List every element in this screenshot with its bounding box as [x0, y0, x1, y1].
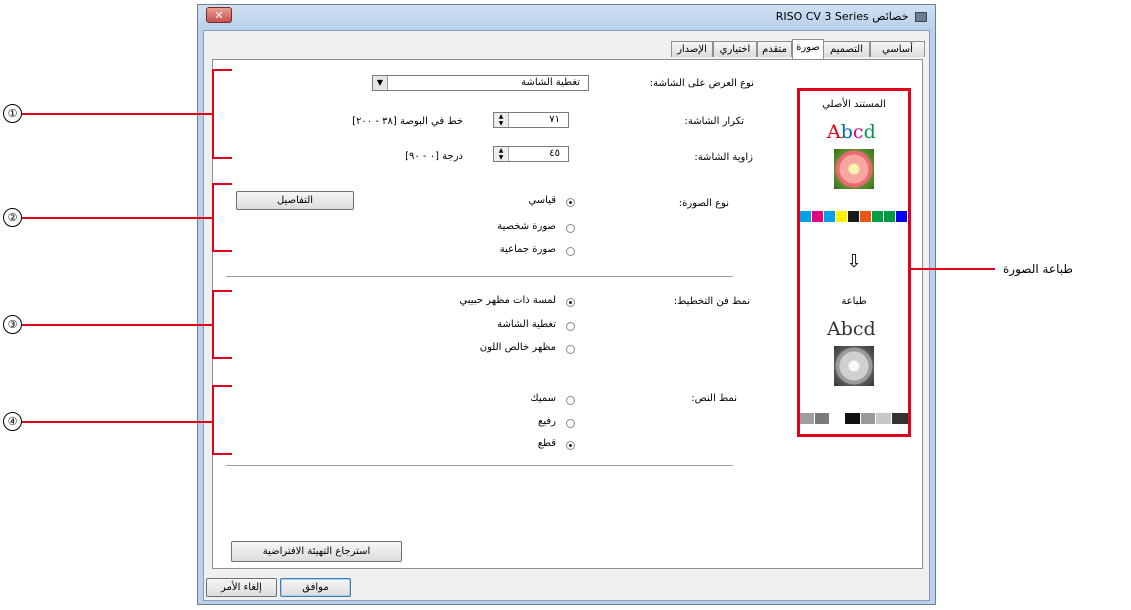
frequency-label: تكرار الشاشة:	[684, 116, 744, 127]
tab-image[interactable]: صورة	[792, 39, 824, 59]
frequency-stepper[interactable]: ▲ ▼ ٧١	[493, 112, 569, 128]
gray-swatch	[845, 413, 860, 424]
angle-label: زاوية الشاشة:	[694, 152, 753, 163]
display-type-value: تغطية الشاشة	[521, 77, 580, 88]
annotation-bracket-3	[212, 290, 232, 359]
angle-value: ٤٥	[549, 148, 560, 159]
original-sample-text: Abcd	[827, 121, 876, 143]
annotation-line-2	[20, 217, 213, 219]
sample-letter-a: A	[827, 121, 841, 143]
tab-advanced[interactable]: متقدم	[757, 41, 792, 57]
ok-button[interactable]: موافق	[280, 578, 351, 597]
tab-basic[interactable]: أساسي	[870, 41, 925, 57]
display-type-select[interactable]: ▼ تغطية الشاشة	[372, 75, 589, 91]
title-bar: ✕ خصائص RISO CV 3 Series	[198, 5, 935, 29]
frequency-value: ٧١	[549, 114, 560, 125]
color-swatch	[848, 211, 859, 222]
angle-stepper[interactable]: ▲ ▼ ٤٥	[493, 146, 569, 162]
image-type-portrait-label: صورة شخصية	[497, 221, 556, 232]
text-pattern-bold-radio[interactable]	[566, 396, 575, 405]
window-title-text: خصائص RISO CV 3 Series	[775, 10, 909, 23]
color-swatch	[824, 211, 835, 222]
color-flower-photo	[834, 149, 874, 189]
gray-swatch	[800, 413, 814, 424]
spin-arrows-icon[interactable]: ▲ ▼	[494, 147, 509, 161]
line-pattern-screen-radio[interactable]	[566, 322, 575, 331]
line-pattern-screen-label: تغطية الشاشة	[497, 319, 556, 330]
divider	[226, 465, 733, 466]
text-pattern-label: نمط النص:	[691, 393, 737, 404]
text-pattern-cut-radio[interactable]	[566, 441, 575, 450]
annotation-bracket-2	[212, 183, 232, 252]
image-type-portrait-radio[interactable]	[566, 224, 575, 233]
text-pattern-cut-label: قطع	[537, 438, 556, 449]
color-swatch	[860, 211, 871, 222]
annotation-marker-1: ①	[3, 104, 22, 123]
image-type-label: نوع الصورة:	[678, 198, 729, 209]
color-swatch	[872, 211, 883, 222]
image-type-standard-label: قياسي	[528, 195, 556, 206]
display-type-label: نوع العرض على الشاشة:	[649, 78, 754, 89]
gray-swatch	[830, 413, 844, 424]
window-title: خصائص RISO CV 3 Series	[776, 10, 927, 23]
tab-layout[interactable]: التصميم	[823, 41, 870, 57]
gray-swatch	[815, 413, 829, 424]
tab-strip: أساسي التصميم صورة متقدم اختياري الإصدار	[204, 39, 927, 61]
printer-icon	[915, 12, 927, 22]
preview-callout-line	[911, 268, 995, 270]
image-type-group-radio[interactable]	[566, 247, 575, 256]
close-button[interactable]: ✕	[206, 7, 232, 23]
line-pattern-label: نمط فن التخطيط:	[673, 296, 750, 307]
annotation-bracket-4	[212, 385, 232, 455]
text-pattern-bold-label: سميك	[530, 393, 556, 404]
grayscale-flower-photo	[834, 346, 874, 386]
annotation-marker-4: ④	[3, 412, 22, 431]
text-pattern-thin-label: رفيع	[538, 416, 556, 427]
annotation-marker-3: ③	[3, 315, 22, 334]
annotation-line-3	[20, 324, 213, 326]
sample-letter-c: c	[852, 121, 864, 143]
line-pattern-solid-label: مظهر خالص اللون	[479, 342, 556, 353]
divider	[226, 276, 733, 277]
print-sample-text: Abcd	[827, 318, 876, 340]
annotation-line-4	[20, 421, 213, 423]
spin-arrows-icon[interactable]: ▲ ▼	[494, 113, 509, 127]
annotation-bracket-1	[212, 69, 232, 159]
chevron-down-icon: ▼	[373, 76, 388, 90]
image-print-preview: المستند الأصلي Abcd ⇩ طباعة Abcd	[797, 88, 911, 437]
details-button[interactable]: التفاصيل	[236, 191, 354, 210]
color-swatch	[812, 211, 823, 222]
image-type-group-label: صورة جماعية	[499, 244, 556, 255]
color-swatch-strip	[800, 211, 908, 222]
color-swatch	[884, 211, 895, 222]
frequency-unit: خط في البوصة [٣٨ - ٢٠٠]	[352, 116, 463, 127]
color-swatch	[896, 211, 907, 222]
gray-swatch	[861, 413, 875, 424]
original-document-title: المستند الأصلي	[822, 99, 886, 110]
annotation-line-1	[20, 113, 213, 115]
angle-unit: درجة [٠ - ٩٠]	[405, 151, 463, 162]
sample-letter-d: d	[863, 121, 876, 143]
gray-swatch	[892, 413, 908, 424]
text-pattern-thin-radio[interactable]	[566, 419, 575, 428]
preview-callout-label: طباعة الصورة	[1003, 262, 1073, 276]
line-pattern-grain-label: لمسة ذات مظهر حبيبي	[459, 295, 556, 306]
annotation-marker-2: ②	[3, 208, 22, 227]
tab-optional[interactable]: اختياري	[713, 41, 757, 57]
gray-swatch	[876, 413, 891, 424]
color-swatch	[836, 211, 847, 222]
image-type-standard-radio[interactable]	[566, 198, 575, 207]
color-swatch	[800, 211, 811, 222]
print-title: طباعة	[841, 296, 867, 307]
gray-swatch-strip	[800, 413, 908, 424]
down-arrow-icon: ⇩	[846, 251, 862, 272]
sample-letter-b: b	[840, 121, 853, 143]
line-pattern-solid-radio[interactable]	[566, 345, 575, 354]
line-pattern-grain-radio[interactable]	[566, 298, 575, 307]
tab-version[interactable]: الإصدار	[671, 41, 713, 57]
cancel-button[interactable]: إلغاء الأمر	[206, 578, 277, 597]
restore-defaults-button[interactable]: استرجاع التهيئة الافتراضية	[231, 541, 402, 562]
